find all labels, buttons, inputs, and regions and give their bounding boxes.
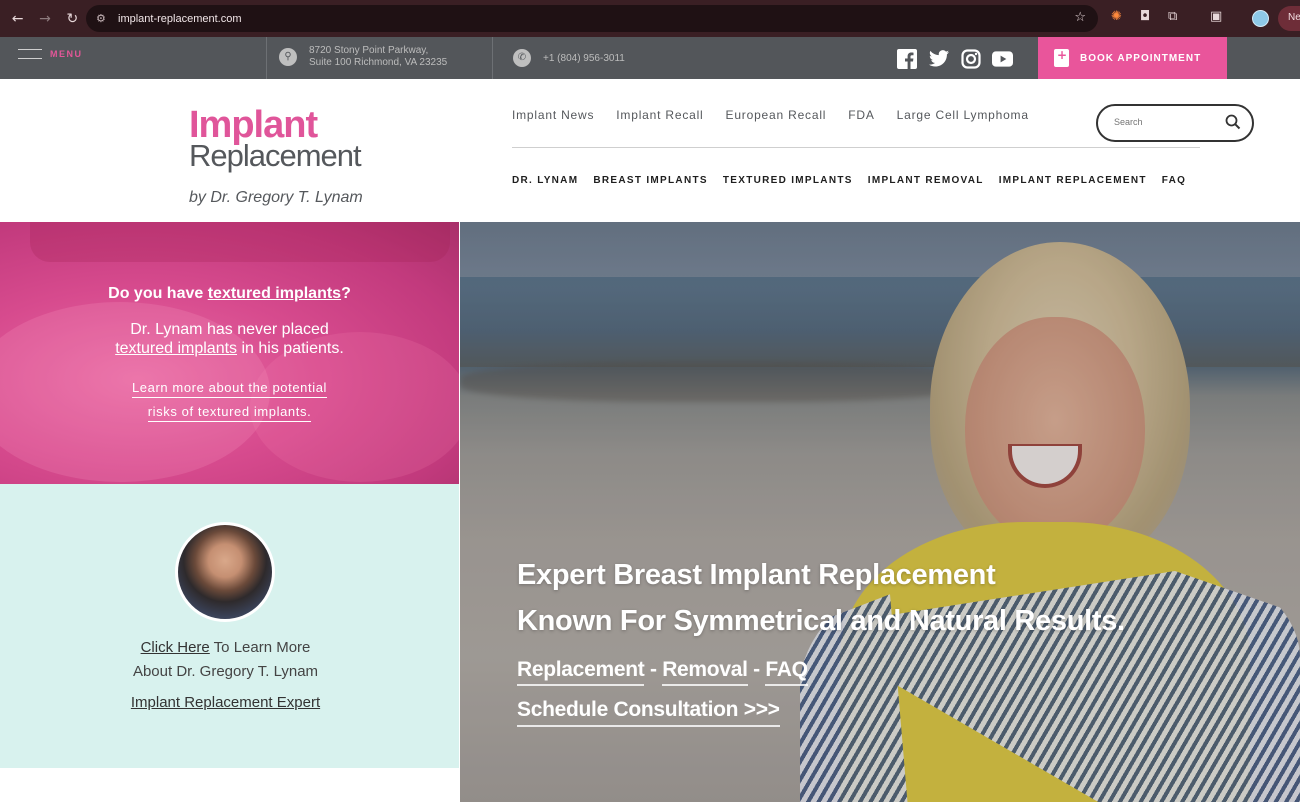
phone-block[interactable]: ✆ +1 (804) 956-3011 [513,49,625,67]
social-links [896,48,1013,69]
url-text[interactable]: implant-replacement.com [118,13,242,25]
textured-implants-panel: Do you have textured implants? Dr. Lynam… [0,222,459,484]
phone-number[interactable]: +1 (804) 956-3011 [543,53,625,64]
nav-divider [512,147,1200,148]
faq-link[interactable]: FAQ [765,658,808,686]
location-pin-icon: ⚲ [279,48,297,66]
logo-replacement[interactable]: Replacement [189,139,362,173]
extension-icon[interactable]: ✺ [1111,9,1122,24]
textured-implants-link[interactable]: textured implants [208,285,341,302]
search-icon[interactable] [1225,114,1241,130]
calendar-plus-icon [1054,48,1069,67]
question-prefix: Do you have [108,285,208,302]
forward-icon[interactable]: → [31,11,58,27]
menu-label[interactable]: MENU [50,49,83,59]
hero-link-separator: - [644,658,663,681]
learn-more-link[interactable]: Learn more about the potential risks of … [0,376,459,424]
nav-dr-lynam[interactable]: DR. LYNAM [512,175,578,186]
book-appointment-button[interactable]: BOOK APPOINTMENT [1038,37,1227,79]
youtube-icon[interactable] [992,48,1013,69]
book-appointment-label[interactable]: BOOK APPOINTMENT [1080,53,1201,64]
new-tab-chip[interactable]: Ne [1278,6,1300,31]
secondary-nav: Implant News Implant Recall European Rec… [512,108,1029,122]
main-nav: DR. LYNAM BREAST IMPLANTS TEXTURED IMPLA… [512,175,1186,186]
address-block[interactable]: ⚲ 8720 Stony Point Parkway, Suite 100 Ri… [279,45,447,69]
footer-gap [0,768,459,802]
browser-nav: ← → ↻ [0,11,86,27]
address-text[interactable]: 8720 Stony Point Parkway, Suite 100 Rich… [309,45,447,69]
hero-headline-1: Expert Breast Implant Replacement [517,559,996,591]
bookmark-star-icon[interactable]: ☆ [1074,10,1086,25]
nav-european-recall[interactable]: European Recall [726,108,827,122]
background-shape [30,222,450,262]
nav-implant-removal[interactable]: IMPLANT REMOVAL [868,175,984,186]
doctor-name-line: About Dr. Gregory T. Lynam [132,663,319,680]
question-suffix: ? [341,285,351,302]
facebook-icon[interactable] [896,48,917,69]
click-here-suffix: To Learn More [209,639,311,656]
textured-implants-link-2[interactable]: textured implants [115,340,237,357]
address-bar[interactable]: ⚙ implant-replacement.com ☆ [86,5,1098,32]
top-info-bar: MENU ⚲ 8720 Stony Point Parkway, Suite 1… [0,37,1300,79]
learn-more-line-2[interactable]: risks of textured implants. [147,404,312,422]
reload-icon[interactable]: ↻ [59,11,86,27]
divider [492,37,493,79]
nav-large-cell-lymphoma[interactable]: Large Cell Lymphoma [897,108,1029,122]
site-settings-icon[interactable]: ⚙ [96,12,118,25]
search-box[interactable] [1096,104,1254,142]
schedule-consultation-link[interactable]: Schedule Consultation >>> [517,698,780,727]
camera-extension-icon[interactable]: ◘ [1140,9,1150,24]
textured-statement: Dr. Lynam has never placed textured impl… [0,320,459,358]
divider [266,37,267,79]
hamburger-icon[interactable] [18,49,42,59]
profile-avatar[interactable] [1252,10,1269,27]
replacement-link[interactable]: Replacement [517,658,645,686]
nav-implant-news[interactable]: Implant News [512,108,594,122]
removal-link[interactable]: Removal [662,658,748,686]
instagram-icon[interactable] [960,48,981,69]
menu-button[interactable]: MENU [18,49,83,59]
nav-faq[interactable]: FAQ [1162,175,1186,186]
click-here-link[interactable]: Click Here [141,639,210,656]
extensions-puzzle-icon[interactable]: ⧉ [1168,9,1177,24]
site-header: Implant Replacement by Dr. Gregory T. Ly… [0,79,1300,222]
side-panel-icon[interactable]: ▣ [1210,9,1222,24]
expert-link-wrap: Implant Replacement Expert [0,694,451,711]
phone-icon: ✆ [513,49,531,67]
learn-more-line-1[interactable]: Learn more about the potential [131,380,328,398]
nav-fda[interactable]: FDA [848,108,874,122]
nav-implant-replacement[interactable]: IMPLANT REPLACEMENT [999,175,1147,186]
back-icon[interactable]: ← [4,11,31,27]
twitter-icon[interactable] [928,48,949,69]
hero-banner: Expert Breast Implant Replacement Known … [460,222,1300,802]
hero-links: Replacement - Removal - FAQ [517,658,808,686]
address-line-1: 8720 Stony Point Parkway, [309,45,429,56]
hero-headline-2: Known For Symmetrical and Natural Result… [517,605,1125,637]
textured-question: Do you have textured implants? [0,285,459,303]
search-input[interactable] [1114,117,1214,127]
logo-tagline: by Dr. Gregory T. Lynam [189,189,363,206]
browser-toolbar: ← → ↻ ⚙ implant-replacement.com ☆ ✺ ◘ ⧉ … [0,0,1300,37]
address-line-2: Suite 100 Richmond, VA 23235 [309,57,448,68]
statement-line-1: Dr. Lynam has never placed [130,321,329,338]
doctor-avatar[interactable] [175,522,275,622]
nav-implant-recall[interactable]: Implant Recall [616,108,703,122]
nav-textured-implants[interactable]: TEXTURED IMPLANTS [723,175,853,186]
learn-more-doctor: Click Here To Learn More About Dr. Grego… [0,636,451,684]
nav-breast-implants[interactable]: BREAST IMPLANTS [593,175,708,186]
hero-link-separator: - [747,658,766,681]
doctor-panel: Click Here To Learn More About Dr. Grego… [0,484,459,768]
implant-replacement-expert-link[interactable]: Implant Replacement Expert [131,694,320,711]
statement-suffix: in his patients. [237,340,344,357]
